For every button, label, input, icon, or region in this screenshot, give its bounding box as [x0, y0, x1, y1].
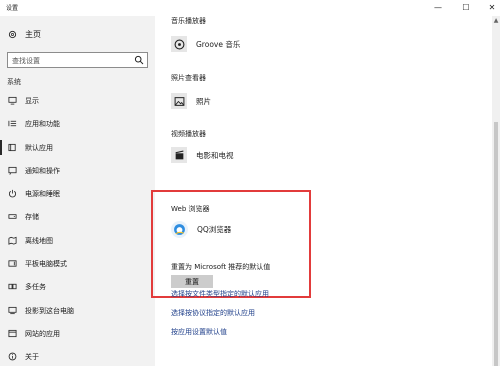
sidebar-item-storage[interactable]: 存储 — [0, 205, 155, 228]
reset-description: 重置为 Microsoft 推荐的默认值 — [171, 263, 271, 271]
photo-app-name: 照片 — [196, 96, 211, 106]
section-heading: 系统 — [7, 78, 21, 86]
sidebar-item-label: 通知和操作 — [25, 166, 60, 175]
search-icon[interactable] — [134, 55, 144, 65]
web-browser-app-name: QQ浏览器 — [197, 225, 232, 234]
sidebar-item-default-apps[interactable]: 默认应用 — [0, 136, 155, 159]
link-set-defaults-by-app[interactable]: 按应用设置默认值 — [171, 327, 227, 337]
video-player-heading: 视频播放器 — [171, 130, 206, 138]
info-icon — [8, 352, 17, 361]
reset-button[interactable]: 重置 — [171, 275, 213, 288]
default-apps-icon — [8, 143, 16, 151]
monitor-icon — [8, 96, 17, 105]
sidebar-item-about[interactable]: 关于 — [0, 345, 155, 368]
photos-icon — [171, 93, 187, 109]
web-browser-app-button[interactable]: QQ浏览器 — [171, 221, 231, 238]
sidebar-item-label: 关于 — [25, 353, 39, 362]
gear-icon — [8, 30, 17, 39]
sidebar: 主页 查找设置 系统 显示 应用和功能 默认应用 通知和操作 电源和睡眠 存储 … — [0, 16, 155, 366]
link-choose-by-protocol[interactable]: 选择按协议指定的默认应用 — [171, 308, 255, 318]
sidebar-item-home[interactable]: 主页 — [8, 29, 41, 40]
tablet-icon — [8, 260, 17, 267]
web-apps-icon — [8, 329, 17, 338]
sidebar-items: 显示 应用和功能 默认应用 通知和操作 电源和睡眠 存储 离线地图 平板电脑模式… — [0, 89, 155, 369]
main-content: 音乐播放器 Groove 音乐 照片查看器 照片 视频播放器 电影和电视 Web… — [151, 16, 500, 366]
map-icon — [8, 236, 17, 245]
sidebar-item-multitasking[interactable]: 多任务 — [0, 275, 155, 298]
maximize-button[interactable]: ☐ — [460, 2, 472, 14]
qq-browser-icon — [171, 221, 188, 238]
search-input[interactable]: 查找设置 — [7, 52, 148, 68]
movies-tv-icon — [171, 147, 187, 163]
scroll-up-arrow-icon[interactable]: ▲ — [492, 16, 500, 26]
close-button[interactable]: ✕ — [486, 2, 498, 14]
multitask-icon — [8, 284, 17, 290]
sidebar-item-label: 平板电脑模式 — [25, 260, 67, 269]
sidebar-item-label: 网站的应用 — [25, 329, 60, 338]
sidebar-item-projecting[interactable]: 投影到这台电脑 — [0, 299, 155, 322]
sidebar-item-apps[interactable]: 应用和功能 — [0, 112, 155, 135]
sidebar-item-offline-maps[interactable]: 离线地图 — [0, 229, 155, 252]
sidebar-item-label: 多任务 — [25, 283, 46, 292]
music-player-heading: 音乐播放器 — [171, 17, 206, 25]
video-app-button[interactable]: 电影和电视 — [171, 147, 234, 163]
search-placeholder: 查找设置 — [12, 57, 40, 65]
scrollbar-thumb[interactable] — [494, 122, 498, 366]
photo-app-button[interactable]: 照片 — [171, 93, 211, 109]
minimize-button[interactable]: — — [432, 2, 444, 14]
sidebar-item-power[interactable]: 电源和睡眠 — [0, 182, 155, 205]
sidebar-item-label: 存储 — [25, 213, 39, 222]
notification-icon — [8, 166, 17, 175]
web-browser-heading: Web 浏览器 — [171, 205, 210, 213]
photo-viewer-heading: 照片查看器 — [171, 74, 206, 82]
power-icon — [8, 190, 17, 198]
sidebar-item-tablet-mode[interactable]: 平板电脑模式 — [0, 252, 155, 275]
list-icon — [8, 121, 17, 127]
video-app-name: 电影和电视 — [196, 150, 234, 160]
sidebar-item-label: 显示 — [25, 97, 39, 105]
sidebar-item-apps-for-websites[interactable]: 网站的应用 — [0, 322, 155, 345]
sidebar-item-label: 默认应用 — [25, 143, 53, 152]
sidebar-item-label: 投影到这台电脑 — [25, 306, 74, 315]
groove-icon — [171, 36, 187, 52]
music-app-button[interactable]: Groove 音乐 — [171, 36, 240, 52]
music-app-name: Groove 音乐 — [196, 39, 241, 49]
sidebar-item-label: 离线地图 — [25, 236, 53, 245]
home-label: 主页 — [25, 30, 41, 39]
title-bar: 设置 — ☐ ✕ — [0, 0, 500, 16]
sidebar-item-display[interactable]: 显示 — [0, 89, 155, 112]
sidebar-item-label: 应用和功能 — [25, 120, 60, 129]
sidebar-item-notifications[interactable]: 通知和操作 — [0, 159, 155, 182]
window-title: 设置 — [6, 5, 19, 12]
sidebar-item-label: 电源和睡眠 — [25, 190, 60, 199]
project-icon — [8, 306, 17, 314]
link-choose-by-file-type[interactable]: 选择按文件类型指定的默认应用 — [171, 289, 269, 299]
storage-icon — [8, 214, 17, 220]
